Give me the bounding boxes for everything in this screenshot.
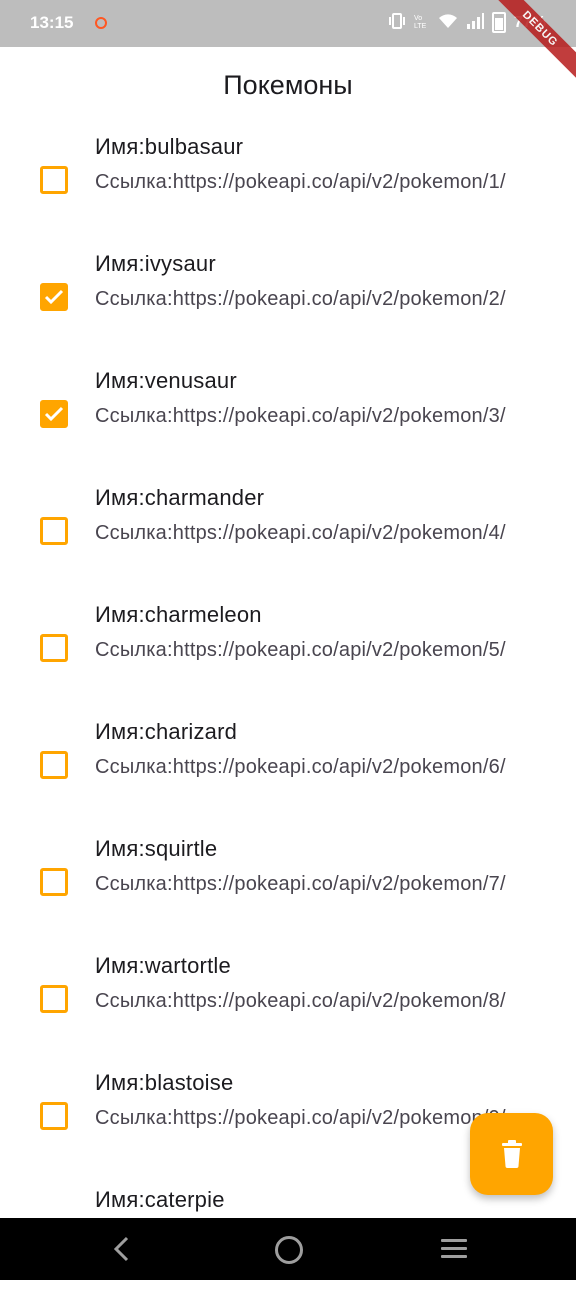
check-icon <box>44 289 64 305</box>
pokemon-name: Имя:venusaur <box>95 368 237 393</box>
pokemon-link: Ссылка:https://pokeapi.co/api/v2/pokemon… <box>95 171 506 193</box>
pokemon-link: Ссылка:https://pokeapi.co/api/v2/pokemon… <box>95 873 506 895</box>
pokemon-name: Имя:ivysaur <box>95 251 216 276</box>
checkbox[interactable] <box>40 1102 68 1130</box>
pokemon-link: Ссылка:https://pokeapi.co/api/v2/pokemon… <box>95 756 506 778</box>
volte-icon: Vo LTE <box>414 13 430 32</box>
delete-fab-button[interactable] <box>470 1113 553 1195</box>
pokemon-name: Имя:caterpie <box>95 1187 225 1212</box>
svg-text:LTE: LTE <box>414 23 427 29</box>
pokemon-name: Имя:squirtle <box>95 836 218 861</box>
checkbox[interactable] <box>40 634 68 662</box>
status-bar: 13:15 VoLTE 77% <box>0 0 576 47</box>
checkbox[interactable] <box>40 283 68 311</box>
checkbox[interactable] <box>40 868 68 896</box>
svg-text:Vo: Vo <box>414 15 422 22</box>
pokemon-name: Имя:bulbasaur <box>95 134 244 159</box>
pokemon-link: Ссылка:https://pokeapi.co/api/v2/pokemon… <box>95 288 506 310</box>
checkbox[interactable] <box>40 517 68 545</box>
page-title: Покемоны <box>223 70 353 100</box>
pokemon-name: Имя:wartortle <box>95 953 231 978</box>
list-item: Имя:charmander Ссылка:https://pokeapi.co/… <box>0 471 576 588</box>
home-icon[interactable] <box>275 1236 303 1264</box>
checkbox[interactable] <box>40 400 68 428</box>
pokemon-name: Имя:charizard <box>95 719 238 744</box>
checkbox[interactable] <box>40 166 68 194</box>
list-item: Имя:charizard Ссылка:https://pokeapi.co/a… <box>0 705 576 822</box>
pokemon-link: Ссылка:https://pokeapi.co/api/v2/pokemon… <box>95 639 506 661</box>
check-icon <box>44 406 64 422</box>
recents-icon[interactable] <box>441 1239 467 1263</box>
list-item: Имя:venusaur Ссылка:https://pokeapi.co/ap… <box>0 354 576 471</box>
recording-indicator-icon <box>95 17 107 29</box>
pokemon-link: Ссылка:https://pokeapi.co/api/v2/pokemon… <box>95 990 506 1012</box>
list-item: Имя:squirtle Ссылка:https://pokeapi.co/ap… <box>0 822 576 939</box>
pokemon-name: Имя:charmeleon <box>95 602 262 627</box>
checkbox[interactable] <box>40 985 68 1013</box>
battery-icon <box>491 12 506 33</box>
status-time: 13:15 <box>30 13 74 32</box>
list-item: Имя:charmeleon Ссылка:https://pokeapi.co/… <box>0 588 576 705</box>
pokemon-link: Ссылка:https://pokeapi.co/api/v2/pokemon… <box>95 1107 506 1129</box>
pokemon-link: Ссылка:https://pokeapi.co/api/v2/pokemon… <box>95 522 506 544</box>
pokemon-link: Ссылка:https://pokeapi.co/api/v2/pokemon… <box>95 405 506 427</box>
pokemon-name: Имя:blastoise <box>95 1070 234 1095</box>
list-item: Имя:wartortle Ссылка:https://pokeapi.co/a… <box>0 939 576 1056</box>
pokemon-name: Имя:charmander <box>95 485 265 510</box>
navigation-bar <box>0 1218 576 1280</box>
signal-icon <box>466 13 484 32</box>
trash-icon <box>501 1140 522 1168</box>
vibrate-icon <box>388 13 406 32</box>
back-icon[interactable] <box>110 1236 134 1262</box>
wifi-icon <box>438 13 458 32</box>
list-item: Имя:ivysaur Ссылка:https://pokeapi.co/api… <box>0 237 576 354</box>
checkbox[interactable] <box>40 751 68 779</box>
list-item: Имя:bulbasaur Ссылка:https://pokeapi.co/a… <box>0 120 576 237</box>
